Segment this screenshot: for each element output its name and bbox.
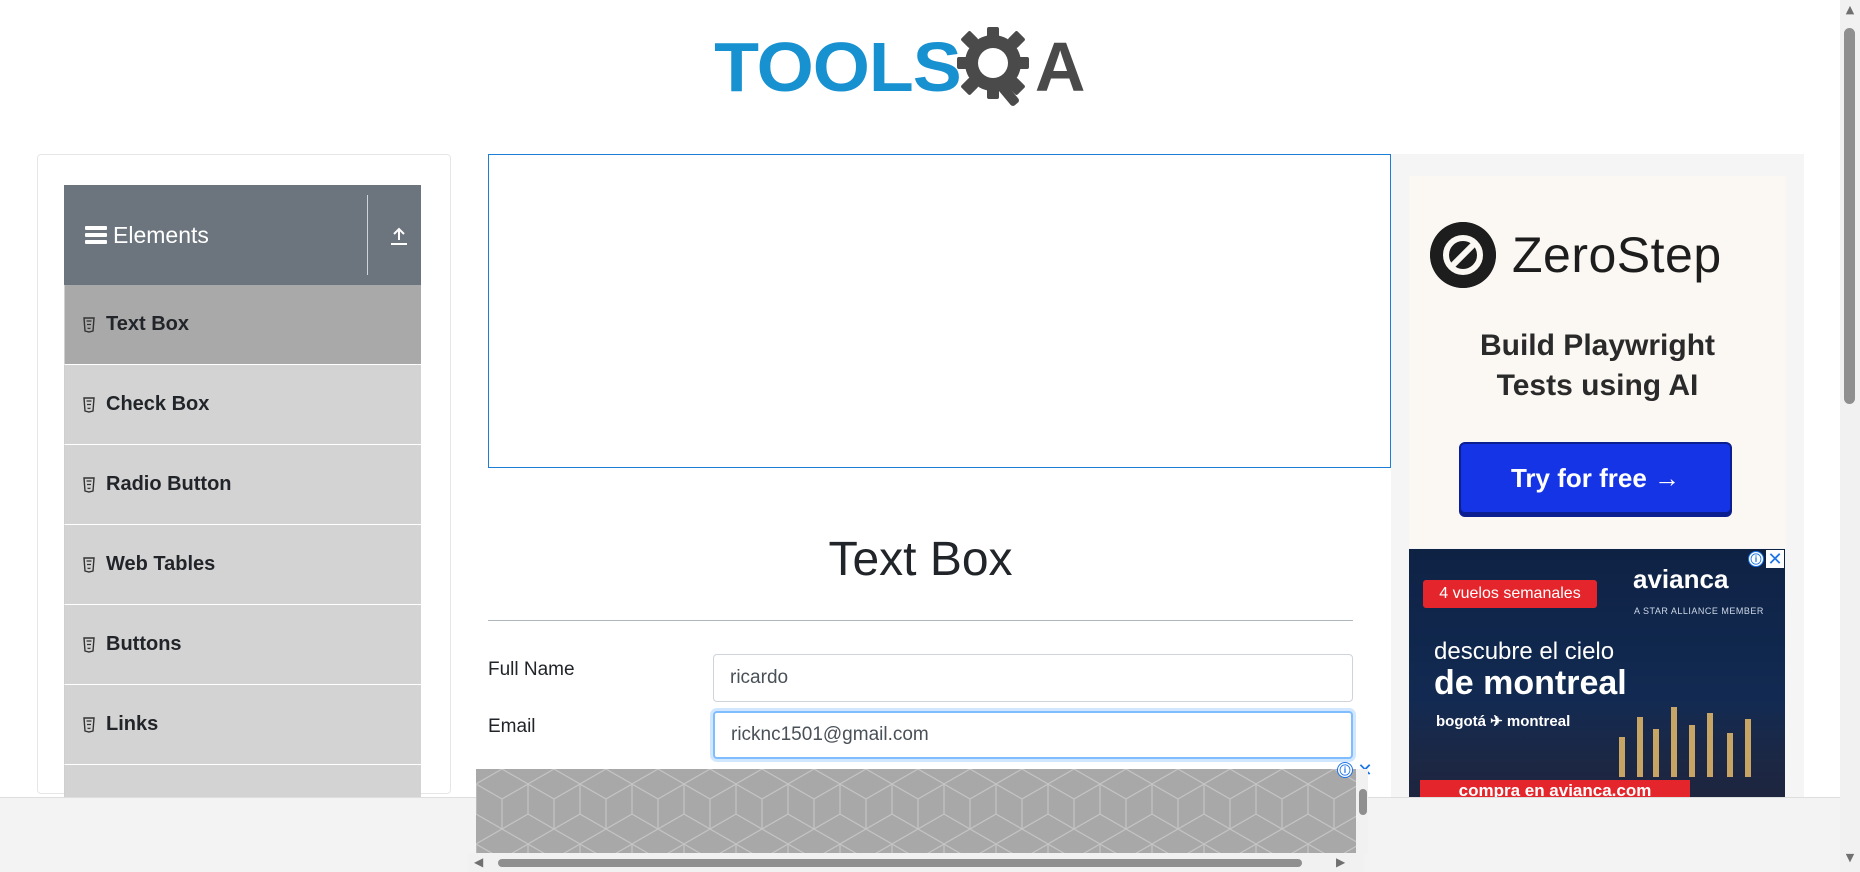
- sidebar-group-title: Elements: [113, 221, 209, 248]
- zerostep-try-button[interactable]: Try for free →: [1459, 442, 1732, 514]
- hex-pattern-image: [476, 769, 1356, 854]
- sidebar-menu: Text Box Check Box Radio Button Web Tabl…: [64, 285, 421, 845]
- logo-text-a: A: [1034, 28, 1086, 106]
- page-vertical-scrollbar[interactable]: ▲ ▼: [1840, 0, 1860, 872]
- sidebar-item-label: Text Box: [106, 313, 189, 335]
- html-file-icon: [83, 716, 95, 733]
- full-name-label: Full Name: [488, 659, 575, 680]
- gear-magnifier-icon: [956, 27, 1029, 106]
- email-label: Email: [488, 716, 536, 737]
- zerostep-tagline-line1: Build Playwright: [1479, 329, 1716, 362]
- html-file-icon: [83, 316, 95, 333]
- title-divider: [488, 620, 1353, 621]
- full-name-input[interactable]: ricardo: [713, 654, 1353, 702]
- sidebar-item-label: Links: [106, 713, 159, 735]
- html-file-icon: [83, 396, 95, 413]
- zerostep-logo-icon: [1430, 222, 1496, 288]
- ad-info-icon[interactable]: ⓘ: [1748, 551, 1764, 567]
- scroll-thumb[interactable]: [498, 859, 1302, 867]
- scroll-right-icon[interactable]: ▶: [1336, 856, 1348, 868]
- avianca-headline-2: de montreal: [1434, 664, 1627, 702]
- page-title: Text Box: [828, 533, 1013, 586]
- upload-arrow-icon[interactable]: [388, 225, 410, 247]
- sidebar-item-links[interactable]: Links: [64, 685, 421, 765]
- bottom-ad-vertical-scrollbar[interactable]: [1356, 769, 1368, 854]
- zerostep-tagline: Build Playwright Tests using AI: [1409, 326, 1786, 406]
- scroll-thumb[interactable]: [1844, 28, 1855, 404]
- bottom-ad-horizontal-scrollbar[interactable]: ◀ ▶: [468, 853, 1364, 872]
- zerostep-brand: ZeroStep: [1512, 227, 1722, 283]
- header-divider: [367, 195, 368, 275]
- sidebar-item-buttons[interactable]: Buttons: [64, 605, 421, 685]
- scroll-thumb[interactable]: [1359, 789, 1367, 815]
- sidebar-item-label: Web Tables: [106, 553, 216, 575]
- logo-text-tools: TOOLS: [714, 28, 962, 106]
- sidebar-item-check-box[interactable]: Check Box: [64, 365, 421, 445]
- sidebar-group-elements[interactable]: Elements: [64, 185, 421, 285]
- scroll-left-icon[interactable]: ◀: [474, 856, 486, 868]
- avianca-route: bogotá ✈ montreal: [1436, 713, 1571, 730]
- avianca-subtitle: A STAR ALLIANCE MEMBER: [1634, 606, 1764, 616]
- sidebar-item-label: Check Box: [106, 393, 210, 415]
- scroll-down-icon[interactable]: ▼: [1844, 852, 1856, 864]
- top-ad-frame[interactable]: [488, 154, 1391, 468]
- ad-close-icon[interactable]: ✕: [1766, 549, 1784, 569]
- bottom-ad-info-icon[interactable]: ⓘ: [1337, 762, 1353, 778]
- bottom-ad-banner[interactable]: [476, 769, 1356, 854]
- hamburger-icon: [85, 226, 107, 244]
- html-file-icon: [83, 636, 95, 653]
- site-logo[interactable]: TOOLS A: [714, 18, 1086, 116]
- sidebar-item-text-box[interactable]: Text Box: [64, 285, 421, 365]
- sidebar-item-web-tables[interactable]: Web Tables: [64, 525, 421, 605]
- sidebar-item-label: Buttons: [106, 633, 182, 655]
- avianca-brand: avianca: [1633, 564, 1729, 594]
- scroll-up-icon[interactable]: ▲: [1844, 4, 1856, 16]
- html-file-icon: [83, 476, 95, 493]
- avianca-headline-1: descubre el cielo: [1434, 638, 1615, 665]
- sidebar-item-radio-button[interactable]: Radio Button: [64, 445, 421, 525]
- html-file-icon: [83, 556, 95, 573]
- zerostep-tagline-line2: Tests using AI: [1496, 369, 1699, 402]
- email-input[interactable]: ricknc1501@gmail.com: [713, 711, 1353, 759]
- sidebar-item-label: Radio Button: [106, 473, 232, 495]
- avianca-pill: 4 vuelos semanales: [1423, 580, 1597, 608]
